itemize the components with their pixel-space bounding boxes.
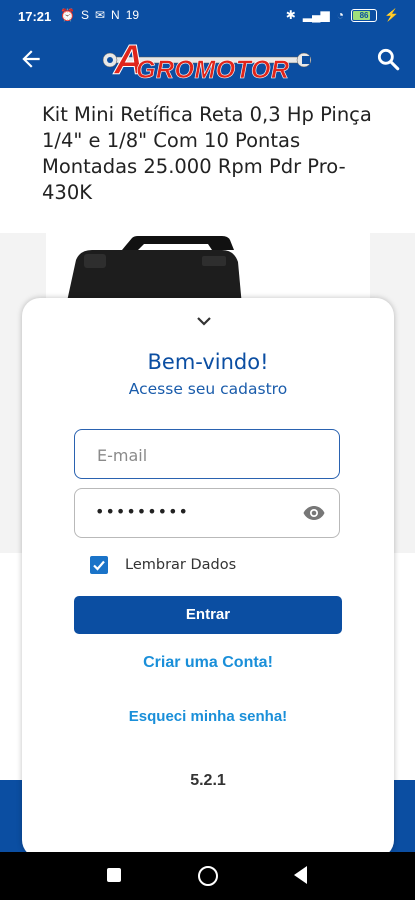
alarm-icon: ⏰ [60,8,75,22]
battery-icon: 86 [351,8,378,22]
signal-icon: ▂▄▆ [302,8,330,22]
forgot-password-link[interactable]: Esqueci minha senha! [22,708,394,725]
app-bar: A GROMOTOR [0,32,415,88]
remember-label: Lembrar Dados [125,557,237,573]
19-icon: 19 [125,8,140,22]
check-icon [93,560,105,571]
welcome-heading: Bem-vindo! [147,350,269,374]
product-title: Kit Mini Retífica Reta 0,3 Hp Pinça 1/4"… [42,103,372,204]
create-account-link[interactable]: Criar uma Conta! [22,654,394,672]
bluetooth-icon: ✱ [285,8,296,22]
email-input[interactable] [95,442,299,468]
back-triangle-icon[interactable] [294,866,307,884]
eye-icon[interactable] [301,501,327,525]
product-case-image [66,236,242,306]
welcome-subtitle: Acesse seu cadastro [128,380,288,398]
system-nav-bar [0,852,415,900]
chevron-down-icon[interactable] [196,316,212,326]
status-right-icons: ✱ ▂▄▆ ◔ 86 ⚡ [286,8,399,22]
home-icon[interactable] [198,866,218,886]
charging-icon: ⚡ [384,8,399,22]
status-time: 17:21 [18,9,52,24]
recents-icon[interactable] [107,868,121,882]
remember-checkbox[interactable] [90,556,108,574]
wifi-icon: ◔ [336,8,345,22]
search-icon[interactable] [375,46,401,72]
login-sheet: Bem-vindo! Acesse seu cadastro •••••••••… [22,298,394,858]
status-left-icons: ⏰ S ✉ N 19 [60,8,139,22]
mail-icon: ✉ [94,8,106,22]
password-input[interactable]: ••••••••• [95,502,189,521]
status-bar: 17:21 ⏰ S ✉ N 19 ✱ ▂▄▆ ◔ 86 ⚡ [0,0,415,32]
remember-data-row[interactable]: Lembrar Dados [90,553,236,577]
enter-button[interactable]: Entrar [74,596,342,634]
n-icon: N [111,8,120,22]
back-arrow-icon[interactable] [18,46,44,72]
app-version: 5.2.1 [190,772,226,789]
agromotor-logo: A GROMOTOR [102,36,316,84]
email-field[interactable] [74,429,340,479]
s-icon: S [80,8,89,22]
password-field[interactable]: ••••••••• [74,488,340,538]
logo-wordmark: GROMOTOR [136,56,290,85]
